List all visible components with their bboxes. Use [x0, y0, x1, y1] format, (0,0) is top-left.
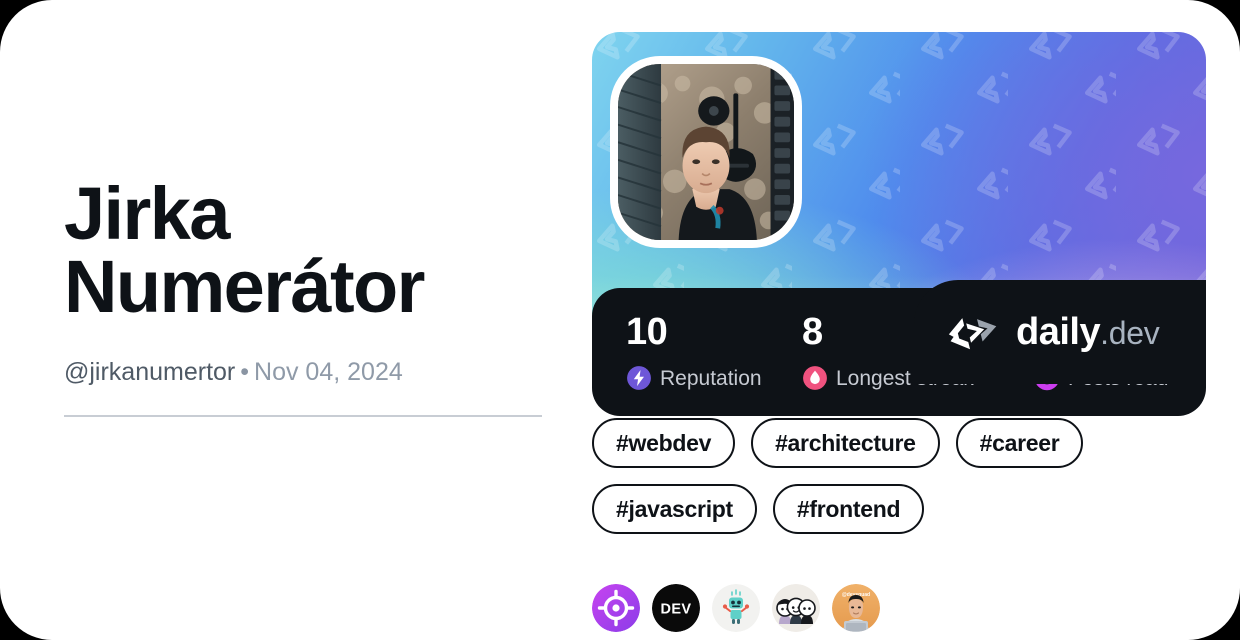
brand-badge: daily .dev	[914, 280, 1206, 384]
brand-wordmark: daily .dev	[1016, 311, 1160, 353]
profile-meta: @jirkanumertor • Nov 04, 2024	[64, 358, 546, 387]
daily-dev-code-mark	[948, 318, 997, 350]
tag-chip[interactable]: #frontend	[772, 484, 925, 534]
reputation-bolt-icon	[627, 366, 651, 390]
target-crosshair-icon	[592, 584, 640, 632]
tag-chip[interactable]: #javascript	[592, 484, 757, 534]
brand-name-light: .dev	[1100, 315, 1160, 351]
profile-details-block: 10 Reputation 8 Longest streak #webdev #…	[592, 32, 1206, 632]
stat-value: 10	[626, 311, 668, 353]
profile-handle: @jirkanumertor	[64, 358, 236, 387]
page-title: Jirka Numerátor	[64, 172, 425, 328]
source-avatar-three-characters[interactable]	[772, 584, 820, 632]
tag-chip[interactable]: #architecture	[751, 418, 940, 468]
tag-chip[interactable]: #career	[955, 418, 1084, 468]
dev-to-icon: DEV	[652, 584, 700, 632]
divider	[64, 414, 542, 417]
avatar	[610, 56, 802, 248]
profile-card-screenshot: Jirka Numerátor @jirkanumertor • Nov 04, 2…	[0, 0, 1240, 640]
profile-identity-block: Jirka Numerátor @jirkanumertor • Nov 04, 2…	[64, 172, 546, 417]
avatar-portrait-illustration	[618, 64, 794, 240]
meta-separator-dot: •	[240, 358, 250, 387]
stat-label-row: Reputation	[626, 365, 802, 391]
profile-card: Jirka Numerátor @jirkanumertor • Nov 04, 2…	[0, 0, 1240, 640]
stat-label: Reputation	[660, 366, 762, 390]
three-characters-icon	[772, 584, 820, 632]
svg-text:DEV: DEV	[660, 602, 691, 618]
tag-list: #webdev #architecture #career #javascrip…	[592, 418, 1206, 534]
source-list: DEV	[592, 584, 880, 632]
robot-icon	[712, 584, 760, 632]
source-avatar-devsquad-person[interactable]: @devsquad	[832, 584, 880, 632]
joined-date: Nov 04, 2024	[254, 358, 403, 387]
avatar-image	[618, 64, 794, 240]
streak-flame-icon	[803, 366, 827, 390]
stat-reputation: 10 Reputation	[626, 313, 802, 391]
source-avatar-target-crosshair[interactable]	[592, 584, 640, 632]
devsquad-person-icon: @devsquad	[832, 584, 880, 632]
brand-name-bold: daily	[1016, 311, 1101, 353]
source-avatar-dev-to[interactable]: DEV	[652, 584, 700, 632]
tag-chip[interactable]: #webdev	[592, 418, 736, 468]
source-avatar-robot[interactable]	[712, 584, 760, 632]
